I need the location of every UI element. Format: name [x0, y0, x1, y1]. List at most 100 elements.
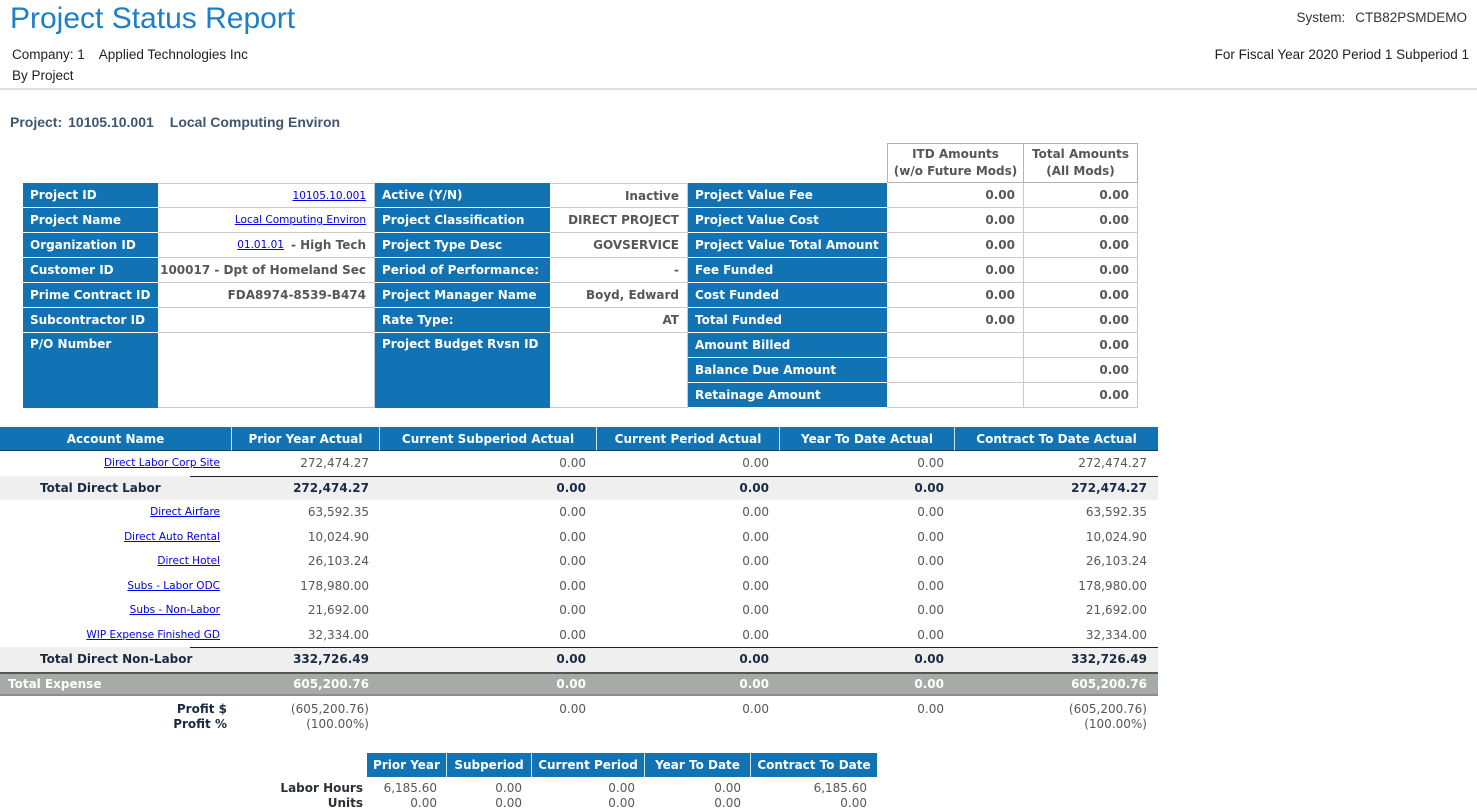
account-column-header: Contract To Date Actual — [955, 427, 1158, 451]
total-amount-cell: 0.00 — [1024, 208, 1138, 233]
account-table-body: Direct Labor Corp Site272,474.270.000.00… — [0, 451, 1158, 731]
account-value-cell: 0.00 — [380, 549, 597, 574]
account-value-cell — [380, 716, 597, 731]
info-row: P/O Number — [23, 333, 375, 408]
info-label: Organization ID — [23, 233, 158, 258]
account-value-cell: 272,474.27 — [955, 476, 1158, 501]
account-link[interactable]: Direct Labor Corp Site — [104, 457, 220, 469]
info-value-link[interactable]: Local Computing Environ — [235, 214, 366, 226]
account-value-cell: 0.00 — [597, 451, 780, 476]
amounts-label: Project Value Cost — [688, 208, 887, 233]
account-link[interactable]: WIP Expense Finished GD — [86, 629, 220, 641]
account-name-cell: Profit $ — [0, 701, 232, 716]
account-value-cell: 0.00 — [780, 500, 955, 525]
hours-column-header: Contract To Date — [751, 753, 877, 777]
account-link[interactable]: Direct Airfare — [150, 506, 220, 518]
account-link[interactable]: Subs - Labor ODC — [127, 580, 220, 592]
info-value: 01.01.01 - High Tech — [158, 233, 375, 258]
account-value-cell — [597, 716, 780, 731]
info-label: Prime Contract ID — [23, 283, 158, 308]
info-label: Customer ID — [23, 258, 158, 283]
account-value-cell: 0.00 — [380, 674, 597, 695]
account-name-cell: Total Direct Non-Labor — [0, 647, 232, 672]
info-row: Project Type DescGOVSERVICE — [375, 233, 688, 258]
account-value-cell: 10,024.90 — [232, 525, 380, 550]
account-name-cell: WIP Expense Finished GD — [0, 623, 232, 648]
info-value-suffix: - High Tech — [291, 238, 366, 252]
account-link[interactable]: Subs - Non-Labor — [130, 604, 220, 616]
hours-table-header-row: Prior YearSubperiodCurrent PeriodYear To… — [367, 753, 877, 777]
account-link[interactable]: Direct Hotel — [157, 555, 220, 567]
account-value-cell: 0.00 — [380, 476, 597, 501]
account-value-cell — [780, 716, 955, 731]
account-value-cell: 332,726.49 — [232, 647, 380, 672]
total-amount-cell: 0.00 — [1024, 258, 1138, 283]
account-value-cell: 0.00 — [780, 701, 955, 716]
account-value-cell: 0.00 — [597, 647, 780, 672]
info-row: Period of Performance:- — [375, 258, 688, 283]
grouping-label: By Project — [12, 68, 74, 83]
account-value-cell: 32,334.00 — [232, 623, 380, 648]
hours-value-cell: 0.00 — [532, 780, 645, 795]
itd-amount-cell — [887, 333, 1024, 358]
account-value-cell: 21,692.00 — [955, 598, 1158, 623]
account-row: Total Direct Non-Labor332,726.490.000.00… — [0, 647, 1158, 672]
account-table-header-row: Account NamePrior Year ActualCurrent Sub… — [0, 427, 1158, 451]
itd-amounts-header: ITD Amounts (w/o Future Mods) — [887, 143, 1024, 183]
account-value-cell: 0.00 — [780, 476, 955, 501]
amounts-row: Amount Billed0.00 — [688, 333, 1138, 358]
account-value-cell: 26,103.24 — [955, 549, 1158, 574]
amounts-label: Project Value Fee — [688, 183, 887, 208]
project-label: Project: — [10, 114, 62, 130]
account-row: Direct Hotel26,103.240.000.000.0026,103.… — [0, 549, 1158, 574]
account-value-cell: 0.00 — [597, 500, 780, 525]
hours-value-cell: 0.00 — [447, 780, 532, 795]
account-value-cell: 605,200.76 — [232, 674, 380, 695]
account-row: Subs - Non-Labor21,692.000.000.000.0021,… — [0, 598, 1158, 623]
company-line: Company: 1Applied Technologies Inc — [12, 47, 248, 62]
hours-table-body: 6,185.600.000.000.006,185.600.000.000.00… — [367, 780, 877, 810]
info-value — [158, 308, 375, 333]
itd-amount-cell: 0.00 — [887, 233, 1024, 258]
account-row: Total Expense605,200.760.000.000.00605,2… — [0, 672, 1158, 697]
total-amounts-header-line1: Total Amounts — [1032, 146, 1129, 163]
hours-value-cell: 0.00 — [367, 795, 447, 810]
info-value-link[interactable]: 01.01.01 — [237, 239, 284, 251]
info-row: Active (Y/N)Inactive — [375, 183, 688, 208]
account-name-cell: Direct Hotel — [0, 549, 232, 574]
system-info: System:CTB82PSMDEMO — [1296, 10, 1467, 25]
info-value-link[interactable]: 10105.10.001 — [293, 190, 366, 202]
account-name-cell: Profit % — [0, 716, 232, 731]
account-value-cell: 21,692.00 — [232, 598, 380, 623]
info-value: - — [550, 258, 688, 283]
account-row: Subs - Labor ODC178,980.000.000.000.0017… — [0, 574, 1158, 599]
account-name-cell: Direct Airfare — [0, 500, 232, 525]
amounts-label: Fee Funded — [688, 258, 887, 283]
info-label: Project Manager Name — [375, 283, 550, 308]
account-value-cell: 0.00 — [780, 525, 955, 550]
account-value-cell: 0.00 — [380, 525, 597, 550]
account-row: Profit $(605,200.76)0.000.000.00(605,200… — [0, 701, 1158, 716]
account-link[interactable]: Direct Auto Rental — [124, 531, 220, 543]
info-row: Project Budget Rvsn ID — [375, 333, 688, 408]
amounts-row: Fee Funded0.000.00 — [688, 258, 1138, 283]
account-value-cell: 32,334.00 — [955, 623, 1158, 648]
info-value: AT — [550, 308, 688, 333]
fiscal-period-line: For Fiscal Year 2020 Period 1 Subperiod … — [1215, 47, 1469, 62]
info-label: Active (Y/N) — [375, 183, 550, 208]
info-label: Project Name — [23, 208, 158, 233]
itd-amount-cell: 0.00 — [887, 208, 1024, 233]
account-value-cell: (100.00%) — [955, 716, 1158, 731]
info-label: Subcontractor ID — [23, 308, 158, 333]
amounts-row: Project Value Cost0.000.00 — [688, 208, 1138, 233]
amounts-label: Amount Billed — [688, 333, 887, 358]
hours-units-table: Prior YearSubperiodCurrent PeriodYear To… — [367, 753, 877, 810]
account-name-cell: Direct Labor Corp Site — [0, 451, 232, 476]
amounts-label: Retainage Amount — [688, 383, 887, 408]
amounts-row: Total Funded0.000.00 — [688, 308, 1138, 333]
account-row: Direct Airfare63,592.350.000.000.0063,59… — [0, 500, 1158, 525]
hours-row-label: Labor Hours — [230, 780, 363, 795]
info-value: DIRECT PROJECT — [550, 208, 688, 233]
account-value-cell: 63,592.35 — [232, 500, 380, 525]
account-value-cell: 0.00 — [780, 623, 955, 648]
